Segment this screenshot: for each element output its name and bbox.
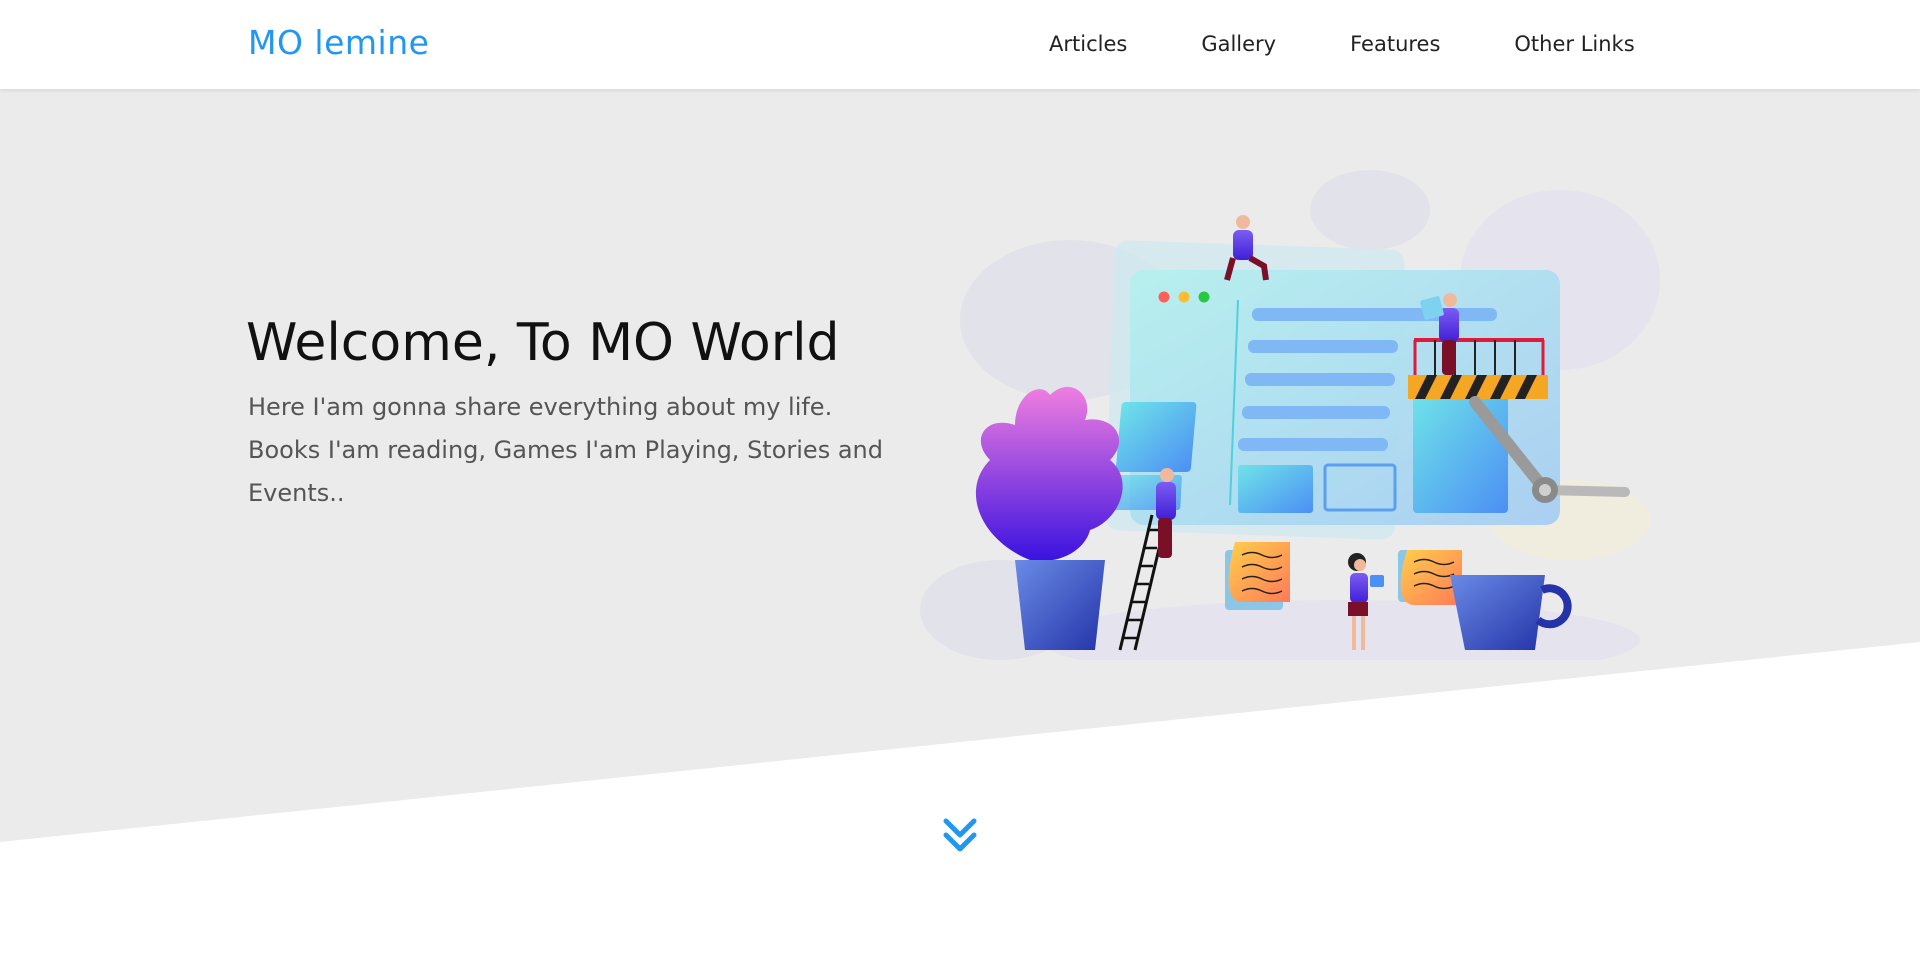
window-dot-yellow bbox=[1178, 291, 1190, 303]
hero-title: Welcome, To MO World bbox=[246, 313, 840, 373]
window-dot-green bbox=[1198, 291, 1210, 303]
nav-link-articles[interactable]: Articles bbox=[1049, 32, 1127, 56]
plant-leaves bbox=[975, 386, 1123, 561]
content-line bbox=[1248, 340, 1398, 353]
site-header: MO lemine Articles Gallery Features Othe… bbox=[0, 0, 1920, 89]
nav-link-other-links[interactable]: Other Links bbox=[1514, 32, 1634, 56]
content-block bbox=[1238, 465, 1313, 513]
site-logo[interactable]: MO lemine bbox=[248, 23, 429, 62]
nav-link-features[interactable]: Features bbox=[1350, 32, 1440, 56]
window-dot-red bbox=[1158, 291, 1170, 303]
lift-rail bbox=[1414, 338, 1544, 342]
web-development-illustration bbox=[920, 170, 1660, 660]
content-block bbox=[1413, 395, 1508, 513]
content-line bbox=[1252, 308, 1497, 321]
hero-description: Here I'am gonna share everything about m… bbox=[248, 393, 883, 507]
sticky-note bbox=[1225, 542, 1290, 610]
coffee-mug bbox=[1450, 575, 1545, 650]
content-line bbox=[1242, 406, 1390, 419]
double-chevron-down-icon[interactable] bbox=[940, 815, 980, 855]
main-nav: Articles Gallery Features Other Links bbox=[1049, 32, 1635, 56]
background-blob bbox=[1310, 170, 1430, 250]
content-line bbox=[1238, 438, 1388, 451]
plant-pot bbox=[1015, 560, 1105, 650]
nav-link-gallery[interactable]: Gallery bbox=[1201, 32, 1276, 56]
content-block bbox=[1115, 402, 1197, 472]
content-line bbox=[1245, 373, 1395, 386]
lift-joint bbox=[1539, 484, 1551, 496]
